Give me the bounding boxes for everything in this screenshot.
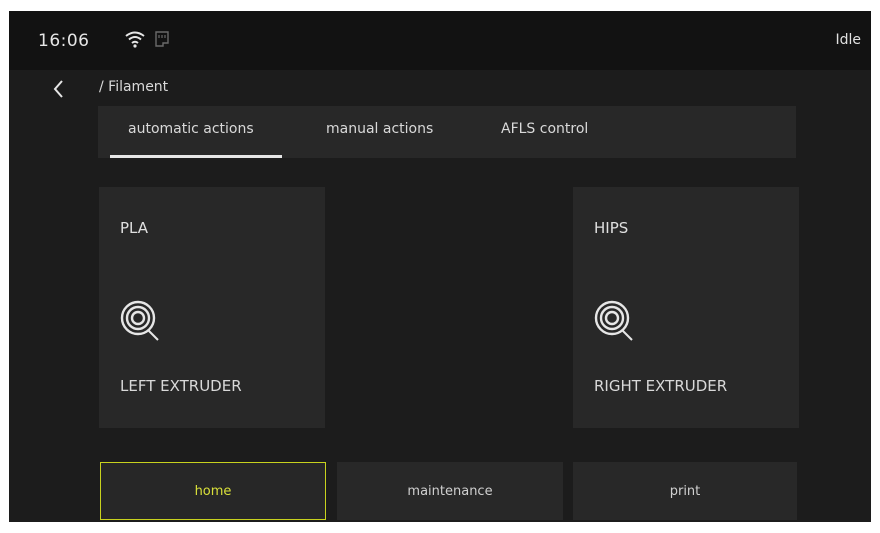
nav-home-label: home [194, 483, 232, 499]
breadcrumb: / Filament [99, 79, 169, 95]
tab-manual-actions[interactable]: manual actions [326, 121, 433, 137]
tab-bar: automatic actions manual actions AFLS co… [98, 106, 796, 158]
printer-state: Idle [835, 32, 861, 48]
left-material-label: PLA [120, 219, 149, 237]
right-extruder-label: RIGHT EXTRUDER [594, 377, 728, 395]
printer-screen: 16:06 Idle / Filament automatic actions [9, 11, 871, 522]
right-material-label: HIPS [594, 219, 629, 237]
nav-maintenance-button[interactable]: maintenance [337, 462, 563, 520]
active-tab-indicator [110, 155, 282, 158]
tab-afls-control[interactable]: AFLS control [501, 121, 588, 137]
nav-home-button[interactable]: home [100, 462, 326, 520]
chevron-left-icon [53, 80, 63, 98]
left-extruder-label: LEFT EXTRUDER [120, 377, 242, 395]
filament-spool-icon [594, 300, 634, 346]
filament-spool-icon [120, 300, 160, 346]
clock: 16:06 [38, 31, 90, 51]
sd-card-icon [154, 30, 170, 52]
tab-automatic-actions[interactable]: automatic actions [128, 121, 254, 137]
nav-maintenance-label: maintenance [407, 483, 493, 499]
nav-print-button[interactable]: print [573, 462, 797, 520]
right-extruder-card[interactable]: HIPS RIGHT EXTRUDER [573, 187, 799, 428]
wifi-icon [124, 30, 146, 52]
status-bar: 16:06 Idle [9, 11, 871, 70]
back-button[interactable] [47, 77, 71, 101]
nav-print-label: print [669, 483, 701, 499]
left-extruder-card[interactable]: PLA LEFT EXTRUDER [99, 187, 325, 428]
